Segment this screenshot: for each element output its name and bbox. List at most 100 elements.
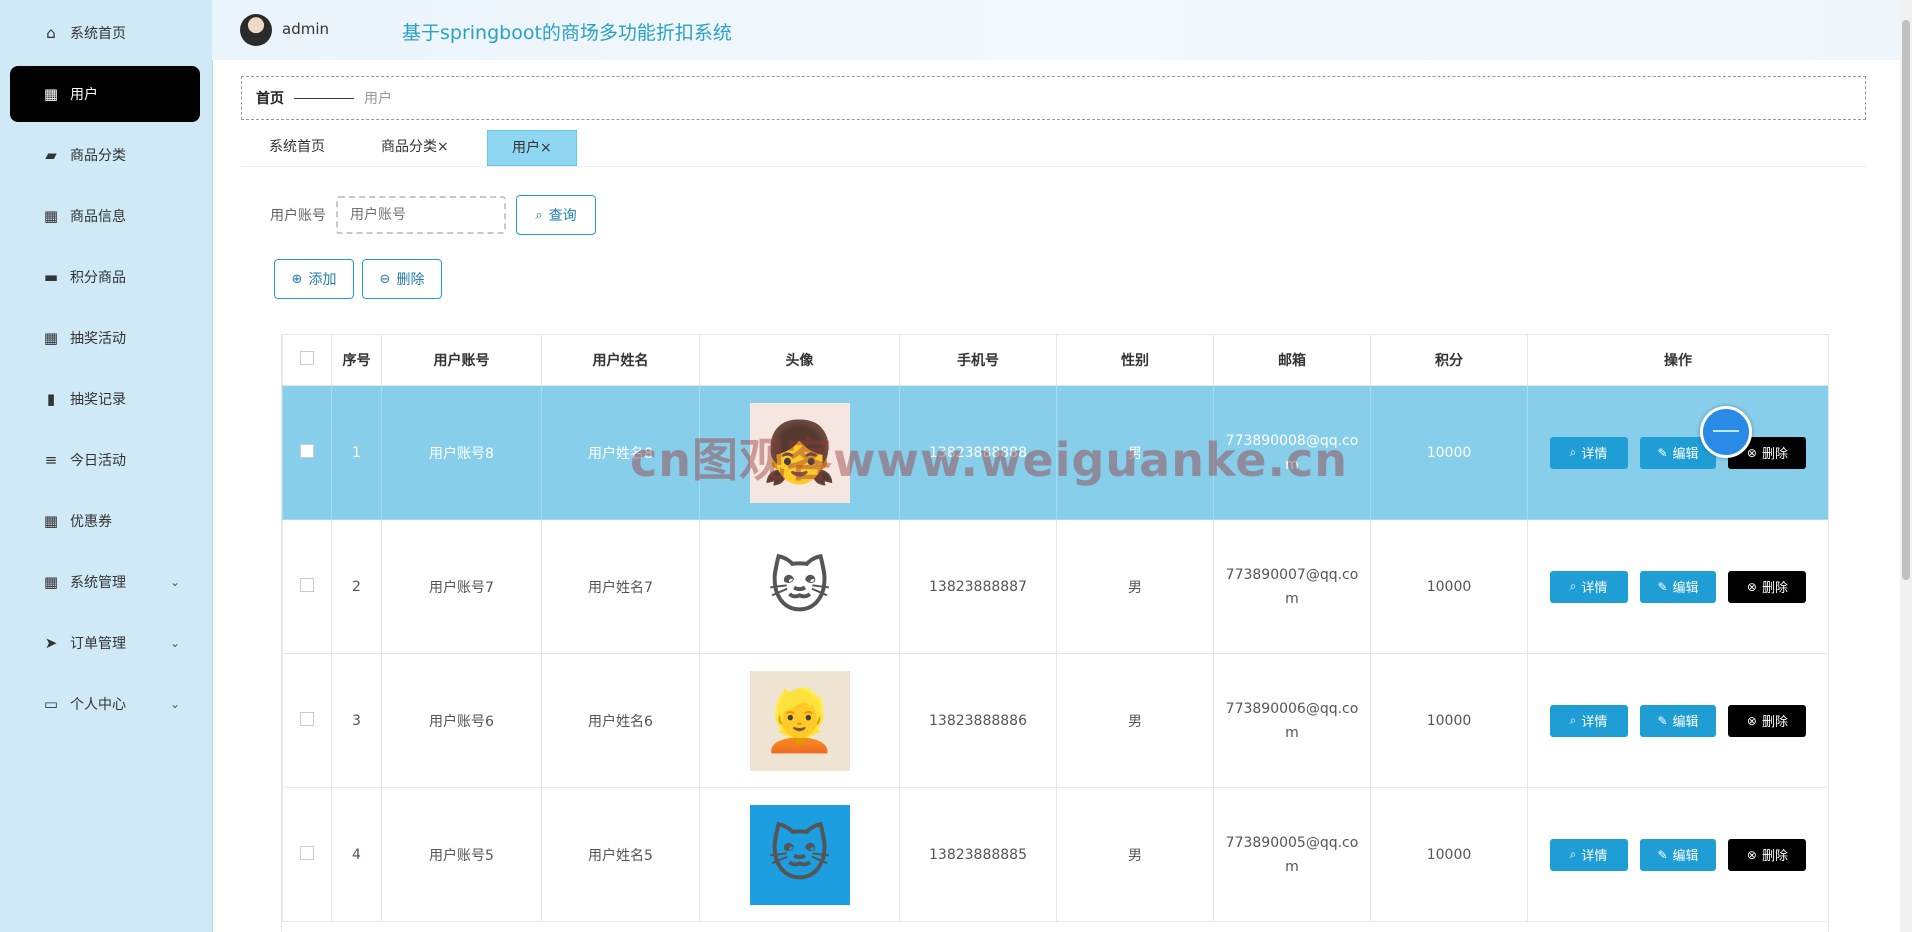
page-title: 基于springboot的商场多功能折扣系统 xyxy=(402,22,732,44)
column-header: 邮箱 xyxy=(1213,334,1371,386)
edit-button[interactable]: ✎ 编辑 xyxy=(1640,838,1716,871)
chevron-down-icon: ⌄ xyxy=(169,697,180,711)
detail-label: 详情 xyxy=(1581,849,1608,864)
sidebar-item-product-category[interactable]: ▰ 商品分类 xyxy=(10,127,200,183)
row-points: 10000 xyxy=(1370,519,1528,654)
row-checkbox[interactable] xyxy=(300,443,314,458)
sidebar-item-home[interactable]: ⌂ 系统首页 xyxy=(10,5,200,61)
avatar[interactable] xyxy=(240,14,272,46)
row-name: 用户姓名5 xyxy=(541,787,700,922)
sidebar: ⌂ 系统首页 ▦ 用户 ▰ 商品分类 ▦ 商品信息 ▬ 积分商品 ▦ 抽奖活动 … xyxy=(0,0,213,932)
table-row[interactable]: 1 用户账号8 用户姓名8 👧 13823888888 男 773890008@… xyxy=(282,385,1828,520)
red-hair-girl-avatar: 👧 xyxy=(749,402,850,503)
grid-icon: ▦ xyxy=(43,573,59,591)
breadcrumb-home[interactable]: 首页 xyxy=(256,88,284,108)
edit-button[interactable]: ✎ 编辑 xyxy=(1640,704,1716,737)
minus-circle-icon: ⊖ xyxy=(379,271,391,287)
sidebar-item-today-events[interactable]: ≡ 今日活动 xyxy=(10,432,200,488)
delete-button[interactable]: ⊗ 删除 xyxy=(1728,838,1807,871)
detail-button[interactable]: ⌕ 详情 xyxy=(1549,704,1628,737)
table-row[interactable]: 2 用户账号7 用户姓名7 🐱 13823888887 男 773890007@… xyxy=(282,519,1828,654)
sidebar-item-label: 系统首页 xyxy=(70,26,126,42)
row-email: 773890006@qq.com xyxy=(1213,653,1371,788)
scrollbar[interactable] xyxy=(1900,0,1912,932)
select-all-cell[interactable] xyxy=(282,334,332,386)
row-checkbox[interactable] xyxy=(300,577,314,592)
row-name: 用户姓名7 xyxy=(541,519,700,654)
sidebar-item-label: 抽奖记录 xyxy=(70,392,126,408)
user-name: admin xyxy=(282,20,329,38)
row-checkbox[interactable] xyxy=(300,711,314,726)
breadcrumb-current: 用户 xyxy=(364,91,392,107)
breadcrumb: 首页 用户 xyxy=(241,76,1866,120)
tab-users[interactable]: 用户× xyxy=(487,130,577,166)
detail-label: 详情 xyxy=(1581,447,1608,462)
table-header-row: 序号 用户账号 用户姓名 头像 手机号 性别 邮箱 积分 操作 xyxy=(282,334,1828,386)
detail-button[interactable]: ⌕ 详情 xyxy=(1549,838,1628,871)
delete-label: 删除 xyxy=(1761,447,1788,462)
search-icon: ⌕ xyxy=(1569,713,1577,727)
sidebar-item-label: 系统管理 xyxy=(70,575,126,591)
sidebar-item-lottery[interactable]: ▦ 抽奖活动 xyxy=(10,310,200,366)
batch-delete-button[interactable]: ⊖ 删除 xyxy=(362,259,442,299)
chevron-down-icon: ⌄ xyxy=(169,575,180,589)
close-circle-icon: ⊗ xyxy=(1746,579,1757,594)
delete-button[interactable]: ⊗ 删除 xyxy=(1728,704,1807,737)
search-button[interactable]: ⌕ 查询 xyxy=(516,195,596,235)
edit-label: 编辑 xyxy=(1672,715,1699,730)
row-gender: 男 xyxy=(1056,519,1214,654)
sidebar-item-lottery-records[interactable]: ▮ 抽奖记录 xyxy=(10,371,200,427)
sidebar-item-label: 订单管理 xyxy=(70,636,126,652)
doraemon-avatar: 🐱 xyxy=(749,804,850,905)
row-points: 10000 xyxy=(1370,385,1528,520)
row-gender: 男 xyxy=(1056,653,1214,788)
detail-button[interactable]: ⌕ 详情 xyxy=(1549,570,1628,603)
sidebar-item-label: 个人中心 xyxy=(70,697,126,713)
sidebar-item-order-management[interactable]: ➤ 订单管理 ⌄ xyxy=(10,615,200,671)
sidebar-item-system-management[interactable]: ▦ 系统管理 ⌄ xyxy=(10,554,200,610)
table-row[interactable]: 4 用户账号5 用户姓名5 🐱 13823888885 男 773890005@… xyxy=(282,787,1828,922)
row-index: 1 xyxy=(331,385,382,520)
tab-product-category[interactable]: 商品分类× xyxy=(357,130,473,164)
delete-button[interactable]: ⊗ 删除 xyxy=(1728,570,1807,603)
plus-circle-icon: ⊕ xyxy=(291,271,303,287)
sidebar-item-coupons[interactable]: ▦ 优惠券 xyxy=(10,493,200,549)
row-checkbox[interactable] xyxy=(300,845,314,860)
tab-home[interactable]: 系统首页 xyxy=(245,130,349,164)
select-all-checkbox[interactable] xyxy=(300,351,314,365)
list-icon: ≡ xyxy=(44,451,58,469)
sidebar-item-users[interactable]: ▦ 用户 xyxy=(10,66,200,122)
close-icon[interactable]: × xyxy=(437,139,449,155)
floating-assistant-button[interactable] xyxy=(1700,406,1752,458)
edit-label: 编辑 xyxy=(1672,849,1699,864)
add-button[interactable]: ⊕ 添加 xyxy=(274,259,354,299)
pencil-icon: ✎ xyxy=(1657,713,1668,728)
search-icon: ⌕ xyxy=(1569,445,1577,459)
table-row[interactable]: 3 用户账号6 用户姓名6 👱 13823888886 男 773890006@… xyxy=(282,653,1828,788)
close-circle-icon: ⊗ xyxy=(1746,713,1757,728)
search-icon: ⌕ xyxy=(1569,847,1577,861)
pencil-icon: ✎ xyxy=(1657,445,1668,460)
close-icon[interactable]: × xyxy=(540,140,552,156)
scrollbar-thumb[interactable] xyxy=(1902,20,1910,580)
detail-button[interactable]: ⌕ 详情 xyxy=(1549,436,1628,469)
row-index: 2 xyxy=(331,519,382,654)
sidebar-item-product-info[interactable]: ▦ 商品信息 xyxy=(10,188,200,244)
sidebar-item-points-products[interactable]: ▬ 积分商品 xyxy=(10,249,200,305)
sidebar-item-personal-center[interactable]: ▭ 个人中心 ⌄ xyxy=(10,676,200,732)
tab-label: 系统首页 xyxy=(269,139,325,155)
row-points: 10000 xyxy=(1370,653,1528,788)
row-account: 用户账号8 xyxy=(381,385,542,520)
search-input[interactable] xyxy=(336,196,506,234)
bar-chart-icon: ▮ xyxy=(46,390,56,408)
column-header: 手机号 xyxy=(899,334,1057,386)
search-icon: ⌕ xyxy=(535,207,543,223)
row-phone: 13823888886 xyxy=(899,653,1057,788)
search-button-label: 查询 xyxy=(548,208,577,224)
edit-button[interactable]: ✎ 编辑 xyxy=(1640,570,1716,603)
close-circle-icon: ⊗ xyxy=(1746,445,1757,460)
delete-label: 删除 xyxy=(1761,715,1788,730)
grid-icon: ▦ xyxy=(43,329,59,347)
user-table: 序号 用户账号 用户姓名 头像 手机号 性别 邮箱 积分 操作 1 用户账号8 … xyxy=(281,334,1829,932)
edit-label: 编辑 xyxy=(1672,447,1699,462)
